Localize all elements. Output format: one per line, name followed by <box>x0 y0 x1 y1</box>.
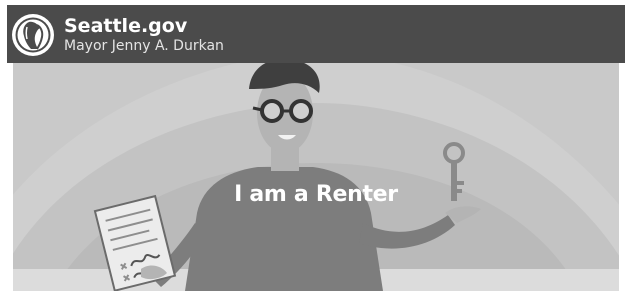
page: Seattle.gov Mayor Jenny A. Durkan I am a… <box>0 0 632 291</box>
seattle-seal-icon[interactable] <box>11 13 55 57</box>
mayor-subtitle: Mayor Jenny A. Durkan <box>64 38 224 54</box>
renter-illustration <box>13 63 619 291</box>
hero-banner: I am a Renter <box>13 63 619 291</box>
site-name-link[interactable]: Seattle.gov <box>64 15 187 37</box>
hero-title: I am a Renter <box>234 182 398 207</box>
site-header: Seattle.gov Mayor Jenny A. Durkan <box>7 5 625 63</box>
